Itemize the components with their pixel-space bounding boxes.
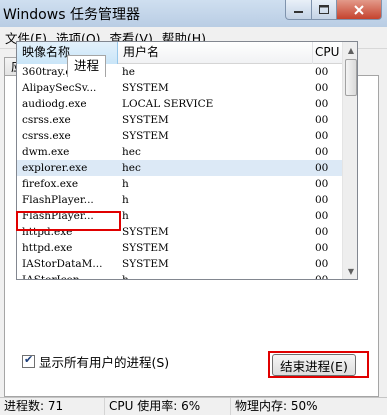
title-bar: Windows 任务管理器	[0, 0, 387, 27]
image-name-cell: AlipaySecSv...	[22, 82, 97, 94]
maximize-icon	[319, 5, 329, 14]
close-button[interactable]	[336, 0, 382, 20]
arrow-up-icon: ▲	[347, 45, 355, 55]
image-name-cell: explorer.exe	[22, 162, 88, 174]
user-name-cell: LOCAL SERVICE	[122, 98, 214, 110]
table-row[interactable]: firefox.exe h 00	[17, 176, 342, 192]
scroll-up-button[interactable]: ▲	[343, 42, 357, 58]
explorer-highlight-box	[16, 211, 121, 231]
table-row[interactable]: FlashPlayer... h 00	[17, 192, 342, 208]
cpu-cell: 00	[315, 130, 329, 142]
cpu-cell: 00	[315, 66, 329, 78]
user-name-cell: h	[122, 178, 129, 190]
end-process-highlight-box	[268, 351, 369, 378]
user-name-cell: SYSTEM	[122, 258, 169, 270]
table-row[interactable]: audiodg.exe LOCAL SERVICE 00	[17, 96, 342, 112]
list-header: 映像名称 用户名 CPU	[17, 42, 342, 64]
user-name-cell: SYSTEM	[122, 226, 169, 238]
process-rows: 360tray.exe he 00 AlipaySecSv... SYSTEM 00 a…	[17, 64, 342, 280]
table-row[interactable]: IAStorIcon... h 00	[17, 272, 342, 280]
cpu-cell: 00	[315, 98, 329, 110]
table-row[interactable]: 360tray.exe he 00	[17, 64, 342, 80]
checkbox-checked-icon[interactable]	[22, 353, 35, 368]
user-name-cell: h	[122, 274, 129, 280]
image-name-cell: FlashPlayer...	[22, 194, 94, 206]
image-name-cell: IAStorIcon...	[22, 274, 90, 280]
cpu-cell: 00	[315, 82, 329, 94]
image-name-cell: dwm.exe	[22, 146, 70, 158]
show-all-users-checkbox[interactable]: 显示所有用户的进程(S)	[22, 352, 169, 371]
tab-processes[interactable]: 进程	[67, 55, 107, 77]
minimize-button[interactable]	[285, 0, 312, 20]
table-row[interactable]: AlipaySecSv... SYSTEM 00	[17, 80, 342, 96]
image-name-cell: audiodg.exe	[22, 98, 87, 110]
table-row[interactable]: csrss.exe SYSTEM 00	[17, 128, 342, 144]
image-name-cell: csrss.exe	[22, 114, 71, 126]
user-name-cell: SYSTEM	[122, 242, 169, 254]
status-process-count: 进程数: 71	[4, 399, 64, 413]
scroll-thumb[interactable]	[345, 59, 357, 96]
maximize-button[interactable]	[311, 0, 337, 20]
status-cpu-usage: CPU 使用率: 6%	[104, 398, 230, 415]
status-bar: 进程数: 71 CPU 使用率: 6% 物理内存: 50%	[0, 397, 387, 415]
status-physical-memory: 物理内存: 50%	[230, 398, 387, 415]
user-name-cell: h	[122, 194, 129, 206]
cpu-cell: 00	[315, 146, 329, 158]
show-all-users-label: 显示所有用户的进程(S)	[39, 355, 170, 370]
cpu-cell: 00	[315, 258, 329, 270]
user-name-cell: h	[122, 210, 129, 222]
cpu-cell: 00	[315, 162, 329, 174]
cpu-cell: 00	[315, 210, 329, 222]
column-user-name[interactable]: 用户名	[118, 42, 313, 64]
vertical-scrollbar[interactable]: ▲ ▼	[342, 42, 357, 279]
image-name-cell: firefox.exe	[22, 178, 79, 190]
window-title: Windows 任务管理器	[3, 7, 140, 23]
arrow-down-icon: ▼	[347, 266, 355, 276]
column-cpu[interactable]: CPU	[313, 42, 342, 64]
cpu-cell: 00	[315, 178, 329, 190]
image-name-cell: csrss.exe	[22, 130, 71, 142]
user-name-cell: hec	[122, 146, 141, 158]
table-row[interactable]: dwm.exe hec 00	[17, 144, 342, 160]
image-name-cell: httpd.exe	[22, 242, 73, 254]
scroll-down-button[interactable]: ▼	[343, 263, 357, 279]
table-row[interactable]: csrss.exe SYSTEM 00	[17, 112, 342, 128]
image-name-cell: IAStorDataM...	[22, 258, 103, 270]
user-name-cell: SYSTEM	[122, 114, 169, 126]
minimize-icon	[294, 11, 303, 13]
table-row[interactable]: httpd.exe SYSTEM 00	[17, 240, 342, 256]
cpu-cell: 00	[315, 114, 329, 126]
close-icon	[354, 4, 364, 15]
table-row[interactable]: IAStorDataM... SYSTEM 00	[17, 256, 342, 272]
user-name-cell: SYSTEM	[122, 130, 169, 142]
cpu-cell: 00	[315, 274, 329, 280]
cpu-cell: 00	[315, 242, 329, 254]
cpu-cell: 00	[315, 226, 329, 238]
cpu-cell: 00	[315, 194, 329, 206]
user-name-cell: he	[122, 66, 135, 78]
user-name-cell: SYSTEM	[122, 82, 169, 94]
user-name-cell: hec	[122, 162, 141, 174]
table-row-selected[interactable]: explorer.exe hec 00	[17, 160, 342, 176]
